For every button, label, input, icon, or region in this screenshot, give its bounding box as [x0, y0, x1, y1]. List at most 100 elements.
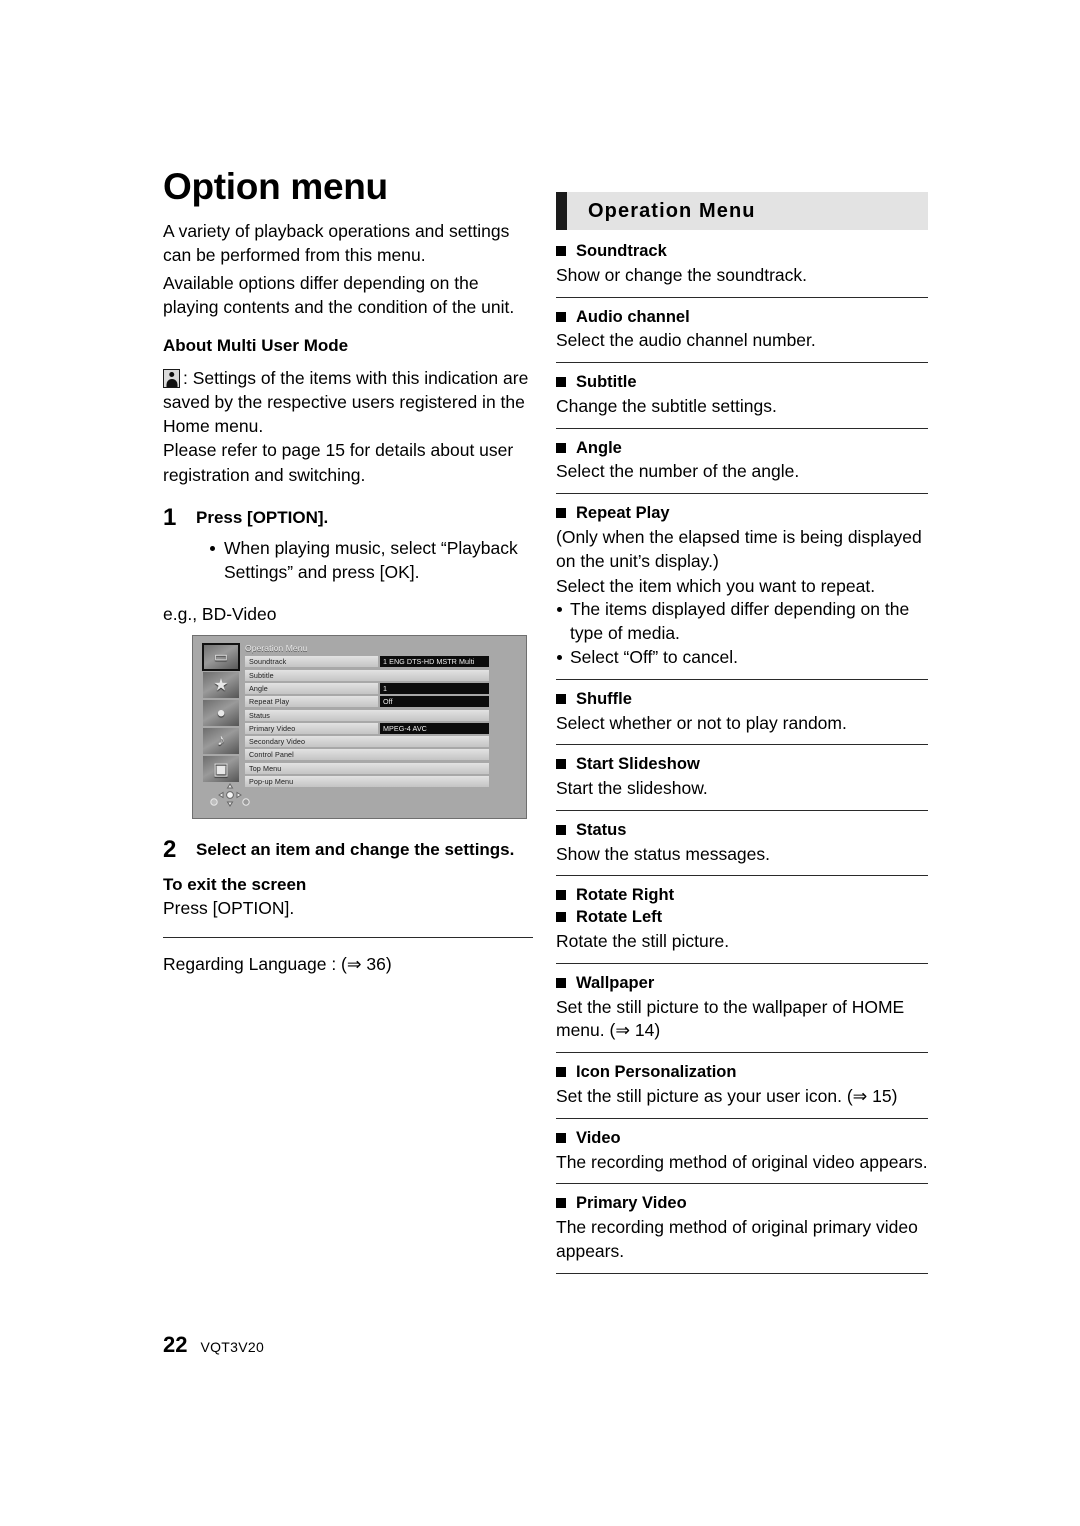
- star-icon[interactable]: ★: [203, 672, 239, 699]
- device-menu-row-label: Primary Video: [245, 722, 378, 734]
- entry-divider: [556, 962, 928, 964]
- intro-paragraph-1: A variety of playback operations and set…: [163, 221, 510, 266]
- exit-screen-text: Press [OPTION].: [163, 898, 295, 919]
- entry-title: Primary Video: [556, 1193, 928, 1215]
- device-menu-row-value[interactable]: 1: [380, 682, 489, 694]
- device-menu-row[interactable]: Top Menu: [245, 762, 516, 774]
- video-disc-icon-glyph: ▭: [213, 648, 229, 666]
- entry-description: Show the status messages.: [556, 843, 770, 864]
- entry-description: Show or change the soundtrack.: [556, 264, 807, 285]
- entry-description: Select the item which you want to repeat…: [556, 575, 876, 596]
- intro-paragraph-2: Available options differ depending on th…: [163, 273, 515, 318]
- entry-title: Wallpaper: [556, 973, 928, 995]
- operation-menu-entry: Status Show the status messages.: [556, 820, 928, 867]
- entry-bullet: Select “Off” to cancel.: [556, 646, 928, 670]
- section-accent-bar: [556, 192, 567, 230]
- entry-title: Video: [556, 1128, 928, 1150]
- operation-menu-entry: Icon Personalization Set the still pictur…: [556, 1062, 928, 1109]
- entry-title: Shuffle: [556, 689, 928, 711]
- device-menu-row-label: Subtitle: [245, 669, 489, 681]
- device-menu-row-label: Repeat Play: [245, 696, 378, 708]
- operation-menu-entry: Audio channel Select the audio channel nu…: [556, 307, 928, 354]
- entry-title: Soundtrack: [556, 241, 928, 263]
- operation-menu-entry: Shuffle Select whether or not to play ran…: [556, 689, 928, 736]
- device-menu-row-value[interactable]: 1 ENG DTS-HD MSTR Multi: [380, 656, 489, 668]
- device-menu-row-label: Control Panel: [245, 749, 489, 761]
- right-column: Operation Menu Soundtrack Show or change …: [556, 192, 928, 1283]
- entry-title: Repeat Play: [556, 503, 928, 525]
- device-menu-row[interactable]: Control Panel: [245, 749, 516, 761]
- operation-menu-entry: Rotate Right Rotate Left Rotate the still …: [556, 885, 928, 953]
- device-menu-row-label: Pop-up Menu: [245, 776, 489, 788]
- multi-user-mode-heading: About Multi User Mode: [163, 335, 349, 355]
- entry-title: Angle: [556, 438, 928, 460]
- entry-description: The recording method of original video a…: [556, 1151, 928, 1172]
- device-menu-row[interactable]: Primary Video MPEG-4 AVC: [245, 722, 516, 734]
- device-menu-row[interactable]: Pop-up Menu: [245, 776, 516, 788]
- entry-description: Change the subtitle settings.: [556, 395, 777, 416]
- device-menu-row-value[interactable]: Off: [380, 696, 489, 708]
- page-title: Option menu: [163, 166, 388, 207]
- entry-divider: [556, 296, 928, 298]
- step-1-number: 1: [163, 503, 177, 531]
- left-column: Option menu A variety of playback operat…: [163, 168, 533, 976]
- multi-user-description: : Settings of the items with this indica…: [163, 367, 529, 437]
- device-menu-row[interactable]: Soundtrack 1 ENG DTS-HD MSTR Multi: [245, 656, 516, 668]
- music-note-icon[interactable]: ♪: [203, 728, 239, 755]
- entry-description: Set the still picture as your user icon.…: [556, 1085, 898, 1106]
- video-disc-icon[interactable]: ▭: [202, 643, 240, 672]
- device-menu-row[interactable]: Subtitle: [245, 669, 516, 681]
- step-2-title: Select an item and change the settings.: [196, 840, 515, 860]
- star-icon-glyph: ★: [213, 675, 229, 695]
- step-1-title: Press [OPTION].: [196, 507, 329, 527]
- entry-description: Set the still picture to the wallpaper o…: [556, 996, 905, 1041]
- entry-divider: [556, 493, 928, 495]
- entry-divider: [556, 1183, 928, 1185]
- music-note-icon-glyph: ♪: [217, 732, 225, 750]
- operation-menu-entry: Video The recording method of original vi…: [556, 1128, 928, 1175]
- page-number: 22: [163, 1332, 188, 1357]
- direction-pad-icon: [210, 781, 272, 809]
- operation-menu-entry: Repeat Play (Only when the elapsed time i…: [556, 503, 928, 670]
- entry-description: Select the number of the angle.: [556, 461, 800, 482]
- device-menu-row[interactable]: Secondary Video: [245, 736, 516, 748]
- document-code: VQT3V20: [200, 1339, 265, 1355]
- entry-title: Rotate Right: [556, 885, 928, 907]
- section-header-title: Operation Menu: [588, 199, 756, 222]
- device-menu-row-label: Soundtrack: [245, 656, 378, 668]
- entry-divider: [556, 1052, 928, 1054]
- operation-menu-entry: Primary Video The recording method of ori…: [556, 1193, 928, 1263]
- entry-description: Select the audio channel number.: [556, 330, 816, 351]
- photo-camera-icon-glyph: ●: [216, 704, 226, 722]
- entry-description: (Only when the elapsed time is being dis…: [556, 527, 922, 571]
- operation-menu-entries: Soundtrack Show or change the soundtrack.…: [556, 241, 928, 1274]
- device-menu-row[interactable]: Status: [245, 709, 516, 721]
- entry-divider: [556, 1272, 928, 1274]
- device-menu-panel: Operation Menu Soundtrack 1 ENG DTS-HD MS…: [245, 643, 516, 789]
- multi-user-icon-paragraph: : Settings of the items with this indica…: [163, 366, 533, 438]
- device-screenshot: ▭ ★ ● ♪ ▣ Operation Menu Soundtrack 1 ENG DTS…: [192, 635, 527, 820]
- cube-icon-glyph: ▣: [212, 759, 230, 779]
- step-2: 2 Select an item and change the settings…: [163, 836, 533, 863]
- operation-menu-entry: Start Slideshow Start the slideshow.: [556, 754, 928, 801]
- regarding-language-note: Regarding Language : (⇒ 36): [163, 953, 392, 974]
- exit-screen-heading: To exit the screen: [163, 875, 307, 895]
- entry-divider: [556, 875, 928, 877]
- cube-icon[interactable]: ▣: [203, 756, 239, 783]
- device-menu-row[interactable]: Repeat Play Off: [245, 696, 516, 708]
- entry-description: The recording method of original primary…: [556, 1217, 918, 1261]
- device-menu-row[interactable]: Angle 1: [245, 682, 516, 694]
- photo-camera-icon[interactable]: ●: [203, 700, 239, 727]
- step-1: 1 Press [OPTION]. When playing music, se…: [163, 503, 533, 585]
- operation-menu-entry: Wallpaper Set the still picture to the wa…: [556, 973, 928, 1043]
- user-silhouette-icon: [163, 368, 180, 388]
- entry-description: Start the slideshow.: [556, 778, 708, 799]
- example-label: e.g., BD-Video: [163, 604, 277, 625]
- entry-title: Subtitle: [556, 372, 928, 394]
- device-menu-row-value[interactable]: MPEG-4 AVC: [380, 722, 489, 734]
- left-divider: [163, 936, 533, 938]
- operation-menu-entry: Angle Select the number of the angle.: [556, 438, 928, 485]
- entry-title: Icon Personalization: [556, 1062, 928, 1084]
- multi-user-reference: Please refer to page 15 for details abou…: [163, 440, 514, 485]
- entry-divider: [556, 744, 928, 746]
